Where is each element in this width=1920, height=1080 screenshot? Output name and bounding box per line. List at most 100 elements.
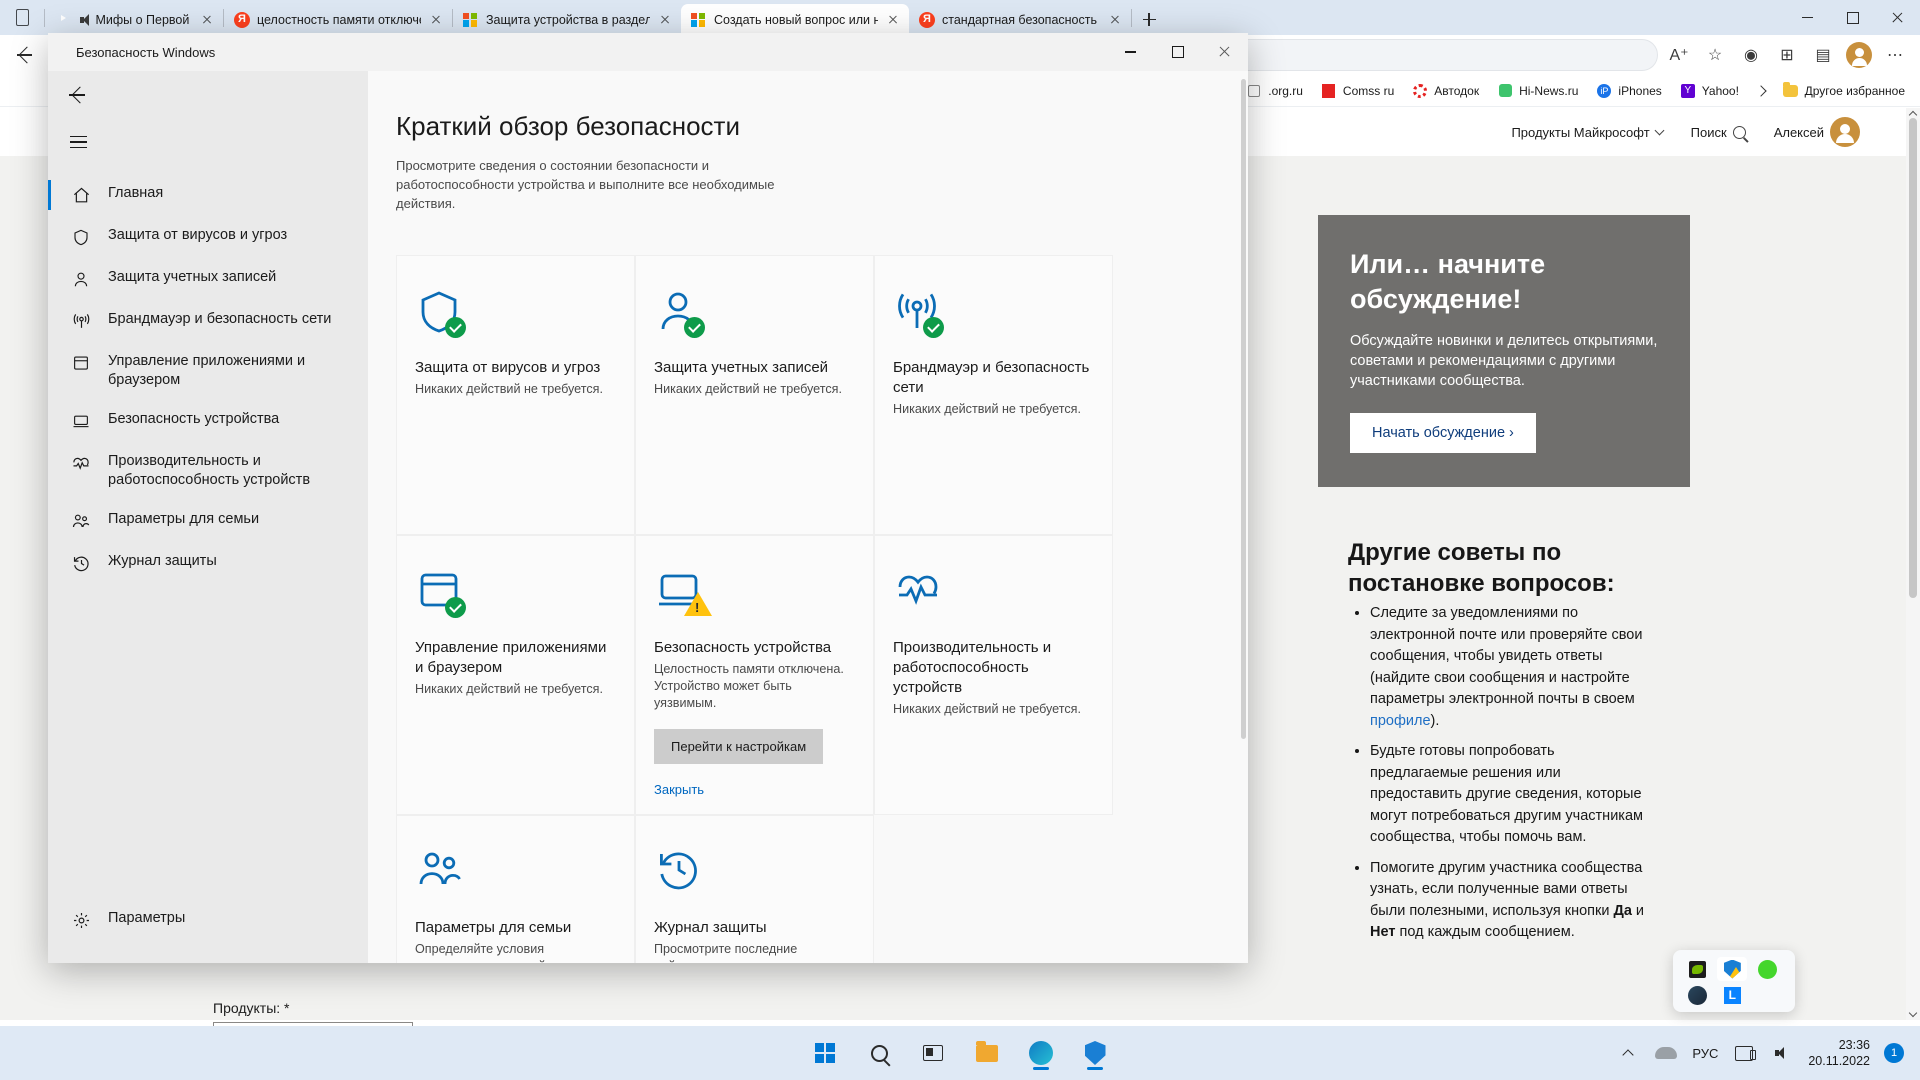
profile-avatar[interactable] [1842, 39, 1876, 71]
bookmark-item[interactable]: Hi-News.ru [1490, 79, 1585, 103]
warning-icon [684, 592, 712, 616]
scroll-down-icon[interactable] [1906, 1006, 1920, 1020]
card-status: Никаких действий не требуется. [415, 682, 603, 696]
close-button[interactable] [1201, 33, 1248, 71]
content-scrollbar[interactable] [1241, 79, 1246, 739]
show-hidden-icons-button[interactable] [1616, 1041, 1640, 1065]
nvidia-icon[interactable] [1682, 957, 1712, 981]
start-button[interactable] [805, 1033, 845, 1073]
security-cards-grid: Защита от вирусов и угроз Никаких действ… [396, 255, 1248, 963]
new-tab-button[interactable] [1132, 4, 1166, 35]
browser-tab[interactable]: Мифы о Первой мировой [45, 4, 223, 35]
edge-button[interactable] [1021, 1033, 1061, 1073]
card-device-performance[interactable]: Производительность и работоспособность у… [874, 535, 1113, 815]
language-indicator[interactable]: РУС [1692, 1041, 1718, 1065]
tips-title: Другие советы по постановке вопросов: [1348, 539, 1615, 597]
bookmark-folder[interactable]: Другое избранное [1776, 79, 1912, 103]
browser-tab[interactable]: Защита устройства в разделе "Б [453, 4, 681, 35]
sidebar-item-protection-history[interactable]: Журнал защиты [48, 542, 368, 584]
notification-badge[interactable]: 1 [1884, 1043, 1904, 1063]
steam-icon[interactable] [1682, 983, 1712, 1007]
split-screen-icon[interactable]: ⊞ [1770, 39, 1804, 71]
volume-icon[interactable] [1770, 1041, 1794, 1065]
network-icon[interactable] [1732, 1041, 1757, 1065]
card-virus-protection[interactable]: Защита от вирусов и угроз Никаких действ… [396, 255, 635, 535]
profile-link[interactable]: профиле [1370, 713, 1431, 729]
close-icon[interactable] [428, 12, 444, 28]
more-options-icon[interactable]: ⋯ [1878, 39, 1912, 71]
clock-time: 23:36 [1838, 1038, 1870, 1052]
razer-icon[interactable] [1753, 957, 1783, 981]
bookmark-item[interactable]: Comss ru [1314, 79, 1401, 103]
hamburger-menu-icon[interactable] [56, 122, 100, 162]
status-badge [445, 317, 466, 338]
site-search[interactable]: Поиск [1691, 125, 1746, 140]
card-app-browser-control[interactable]: Управление приложениями и браузером Ника… [396, 535, 635, 815]
windows-security-button[interactable] [1075, 1033, 1115, 1073]
wifi-icon [893, 286, 1090, 340]
start-discussion-button[interactable]: Начать обсуждение › [1350, 413, 1536, 453]
card-protection-history[interactable]: Журнал защиты Просмотрите последние дейс… [635, 815, 874, 963]
minimize-button[interactable] [1107, 33, 1154, 71]
browser-tab-active[interactable]: Создать новый вопрос или нач [681, 4, 909, 35]
scrollbar-thumb[interactable] [1909, 118, 1917, 598]
card-title: Журнал защиты [654, 919, 767, 936]
sidebar-item-app-browser-control[interactable]: Управление приложениями и браузером [48, 342, 368, 400]
promo-body: Обсуждайте новинки и делитесь открытиями… [1350, 333, 1658, 389]
maximize-button[interactable] [1154, 33, 1201, 71]
add-favorite-icon[interactable]: ☆ [1698, 39, 1732, 71]
sidebar-item-device-security[interactable]: Безопасность устройства [48, 400, 368, 442]
go-to-settings-button[interactable]: Перейти к настройкам [654, 729, 824, 764]
tab-search-icon[interactable] [0, 0, 44, 35]
collections-icon[interactable]: ◉ [1734, 39, 1768, 71]
sidebar-item-home[interactable]: Главная [48, 174, 368, 216]
close-icon[interactable] [199, 12, 215, 28]
sidebar-item-family-options[interactable]: Параметры для семьи [48, 500, 368, 542]
page-scrollbar[interactable] [1906, 108, 1920, 1020]
person-icon [654, 286, 851, 340]
sidebar-item-firewall[interactable]: Брандмауэр и безопасность сети [48, 300, 368, 342]
bookmark-item[interactable]: .org.ru [1239, 79, 1310, 103]
back-icon[interactable] [56, 75, 100, 115]
logitech-ghub-icon[interactable]: L [1717, 983, 1747, 1007]
sidebar-item-label: Брандмауэр и безопасность сети [108, 311, 332, 327]
shield-icon [70, 226, 92, 248]
maximize-button[interactable] [1830, 0, 1875, 35]
favorites-icon[interactable]: ▤ [1806, 39, 1840, 71]
card-account-protection[interactable]: Защита учетных записей Никаких действий … [635, 255, 874, 535]
bookmark-item[interactable]: Автодок [1405, 79, 1486, 103]
close-icon[interactable] [1107, 12, 1123, 28]
card-firewall[interactable]: Брандмауэр и безопасность сети Никаких д… [874, 255, 1113, 535]
close-icon[interactable] [657, 12, 673, 28]
sidebar-item-settings[interactable]: Параметры [48, 899, 368, 941]
bookmark-item[interactable]: Y Yahoo! [1673, 79, 1746, 103]
tips-list: Следите за уведомлениями по электронной … [1348, 603, 1656, 944]
account-menu[interactable]: Алексей [1774, 117, 1860, 147]
bookmark-item[interactable]: iP iPhones [1589, 79, 1668, 103]
search-button[interactable] [859, 1033, 899, 1073]
task-view-button[interactable] [913, 1033, 953, 1073]
sidebar-item-account-protection[interactable]: Защита учетных записей [48, 258, 368, 300]
minimize-button[interactable] [1785, 0, 1830, 35]
sidebar-item-virus-protection[interactable]: Защита от вирусов и угроз [48, 216, 368, 258]
card-device-security[interactable]: Безопасность устройства Целостность памя… [635, 535, 874, 815]
close-icon[interactable] [885, 12, 901, 28]
audio-playing-icon[interactable] [78, 12, 90, 28]
clock[interactable]: 23:36 20.11.2022 [1808, 1037, 1870, 1069]
back-icon[interactable] [8, 39, 42, 71]
browser-tab[interactable]: Я стандартная безопасность обо [909, 4, 1131, 35]
read-aloud-icon[interactable]: A⁺ [1662, 39, 1696, 71]
products-menu[interactable]: Продукты Майкрософт [1511, 125, 1665, 140]
list-item: Помогите другим участника сообщества узн… [1370, 858, 1656, 944]
card-family-options[interactable]: Параметры для семьи Определяйте условия … [396, 815, 635, 963]
file-explorer-button[interactable] [967, 1033, 1007, 1073]
browser-tab[interactable]: Я целостность памяти отключена [224, 4, 452, 35]
close-button[interactable] [1875, 0, 1920, 35]
security-title-bar: Безопасность Windows [48, 33, 1248, 71]
windows-security-warning-icon[interactable] [1717, 957, 1748, 981]
bookmarks-overflow-icon[interactable] [1750, 79, 1772, 103]
dismiss-link[interactable]: Закрыть [654, 782, 851, 797]
sidebar-item-device-performance[interactable]: Производительность и работоспособность у… [48, 442, 368, 500]
sidebar-item-label: Главная [108, 185, 164, 201]
onedrive-icon[interactable] [1654, 1041, 1678, 1065]
